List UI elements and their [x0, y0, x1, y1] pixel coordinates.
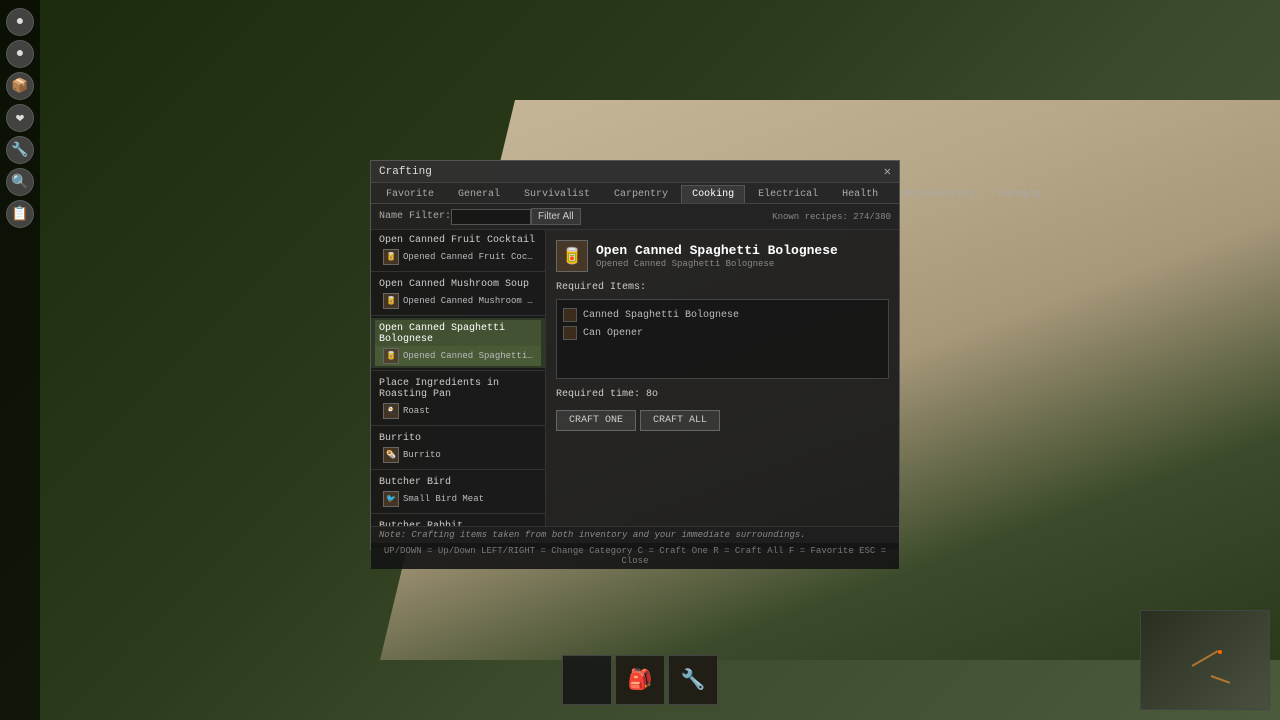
divider-1	[371, 271, 545, 272]
recipe-group-name-butcher-bird[interactable]: Butcher Bird	[375, 474, 541, 489]
recipe-sub-item-spaghetti[interactable]: 🥫 Opened Canned Spaghetti Bolognese	[375, 346, 541, 366]
hotbar-item-1: 🎒	[616, 656, 664, 704]
toolbar-icon-health[interactable]: ❤	[6, 104, 34, 132]
recipe-icon-fruit-cocktail: 🥫	[383, 249, 399, 265]
recipe-sub-name-butcher-bird: Small Bird Meat	[403, 494, 484, 504]
detail-subtitle: Opened Canned Spaghetti Bolognese	[596, 259, 838, 269]
ingredient-icon-0	[563, 308, 577, 322]
ingredient-item-0: Canned Spaghetti Bolognese	[563, 306, 882, 324]
recipe-sub-name-roasting-pan: Roast	[403, 406, 430, 416]
detail-title: Open Canned Spaghetti Bolognese	[596, 243, 838, 258]
recipe-group-butcher-rabbit[interactable]: Butcher Rabbit 🐰 Rabbit Meat	[371, 516, 545, 526]
ingredient-name-0: Canned Spaghetti Bolognese	[583, 310, 739, 321]
recipe-icon-mushroom-soup: 🥫	[383, 293, 399, 309]
recipe-icon-butcher-bird: 🐦	[383, 491, 399, 507]
tab-health[interactable]: Health	[831, 185, 889, 203]
divider-2	[371, 315, 545, 316]
recipe-sub-item-butcher-bird[interactable]: 🐦 Small Bird Meat	[375, 489, 541, 509]
hotbar-slot-0[interactable]	[562, 655, 612, 705]
dialog-body: Open Canned Fruit Cocktail 🥫 Opened Cann…	[371, 230, 899, 526]
recipe-sub-name-mushroom-soup: Opened Canned Mushroom Soup	[403, 296, 537, 306]
tab-metalworking[interactable]: Metalworking	[891, 185, 985, 203]
recipe-icon-spaghetti: 🥫	[383, 348, 399, 364]
minimap	[1140, 610, 1270, 710]
recipe-group-name-spaghetti[interactable]: Open Canned Spaghetti Bolognese	[375, 320, 541, 346]
recipe-detail-panel: 🥫 Open Canned Spaghetti Bolognese Opened…	[546, 230, 899, 526]
required-time-value: 8o	[646, 389, 658, 400]
recipe-group-name-fruit-cocktail[interactable]: Open Canned Fruit Cocktail	[375, 232, 541, 247]
controls-bar: UP/DOWN = Up/Down LEFT/RIGHT = Change Ca…	[371, 543, 899, 569]
craft-all-button[interactable]: CRAFT ALL	[640, 410, 720, 431]
toolbar-icon-inventory[interactable]: 📦	[6, 72, 34, 100]
recipe-sub-item-burrito[interactable]: 🌯 Burrito	[375, 445, 541, 465]
known-recipes-count: Known recipes: 274/380	[772, 212, 891, 222]
hotbar-item-2: 🔧	[669, 656, 717, 704]
tab-carpentry[interactable]: Carpentry	[603, 185, 679, 203]
tabs-bar: Favorite General Survivalist Carpentry C…	[371, 183, 899, 204]
ingredient-name-1: Can Opener	[583, 328, 643, 339]
recipe-group-mushroom-soup[interactable]: Open Canned Mushroom Soup 🥫 Opened Canne…	[371, 274, 545, 313]
recipe-group-roasting-pan[interactable]: Place Ingredients in Roasting Pan 🍳 Roas…	[371, 373, 545, 423]
divider-3	[371, 370, 545, 371]
toolbar-icon-0[interactable]: ●	[6, 8, 34, 36]
ingredient-item-1: Can Opener	[563, 324, 882, 342]
dialog-close-button[interactable]: ✕	[884, 164, 891, 179]
recipe-group-name-roasting-pan[interactable]: Place Ingredients in Roasting Pan	[375, 375, 541, 401]
required-time: Required time: 8o	[556, 389, 889, 400]
recipe-group-burrito[interactable]: Burrito 🌯 Burrito	[371, 428, 545, 467]
ingredient-icon-1	[563, 326, 577, 340]
recipe-group-name-burrito[interactable]: Burrito	[375, 430, 541, 445]
recipe-sub-item-mushroom-soup[interactable]: 🥫 Opened Canned Mushroom Soup	[375, 291, 541, 311]
filter-all-button[interactable]: Filter All	[531, 208, 581, 225]
craft-buttons: CRAFT ONE CRAFT ALL	[556, 410, 889, 431]
recipe-group-name-mushroom-soup[interactable]: Open Canned Mushroom Soup	[375, 276, 541, 291]
toolbar-icon-craft[interactable]: 🔧	[6, 136, 34, 164]
ingredients-box: Canned Spaghetti Bolognese Can Opener	[556, 299, 889, 379]
minimap-inner	[1141, 611, 1269, 709]
recipe-sub-item-fruit-cocktail[interactable]: 🥫 Opened Canned Fruit Cocktail	[375, 247, 541, 267]
minimap-line-2	[1211, 675, 1230, 684]
toolbar-icon-1[interactable]: ●	[6, 40, 34, 68]
filter-label: Name Filter:	[379, 211, 451, 222]
dialog-title: Crafting	[379, 166, 432, 178]
recipe-sub-name-fruit-cocktail: Opened Canned Fruit Cocktail	[403, 252, 537, 262]
toolbar-icon-map[interactable]: 📋	[6, 200, 34, 228]
tab-favorite[interactable]: Favorite	[375, 185, 445, 203]
tab-farming[interactable]: Farming	[987, 185, 1051, 203]
recipe-group-fruit-cocktail[interactable]: Open Canned Fruit Cocktail 🥫 Opened Cann…	[371, 230, 545, 269]
recipe-sub-name-burrito: Burrito	[403, 450, 441, 460]
detail-icon: 🥫	[556, 240, 588, 272]
hotbar: 🎒 🔧	[562, 655, 718, 705]
required-items-label: Required Items:	[556, 282, 889, 293]
tab-cooking[interactable]: Cooking	[681, 185, 745, 203]
tab-survivalist[interactable]: Survivalist	[513, 185, 601, 203]
recipe-sub-name-spaghetti: Opened Canned Spaghetti Bolognese	[403, 351, 537, 361]
recipe-icon-burrito: 🌯	[383, 447, 399, 463]
crafting-dialog: Crafting ✕ Favorite General Survivalist …	[370, 160, 900, 550]
hotbar-slot-2[interactable]: 🔧	[668, 655, 718, 705]
tab-electrical[interactable]: Electrical	[747, 185, 829, 203]
recipe-group-name-butcher-rabbit[interactable]: Butcher Rabbit	[375, 518, 541, 526]
filter-input[interactable]	[451, 209, 531, 225]
left-toolbar: ● ● 📦 ❤ 🔧 🔍 📋	[0, 0, 40, 720]
divider-5	[371, 469, 545, 470]
tab-general[interactable]: General	[447, 185, 511, 203]
dialog-title-bar: Crafting ✕	[371, 161, 899, 183]
craft-one-button[interactable]: CRAFT ONE	[556, 410, 636, 431]
filter-bar: Name Filter: Filter All Known recipes: 2…	[371, 204, 899, 230]
divider-4	[371, 425, 545, 426]
required-time-label: Required time:	[556, 389, 640, 400]
note-bar: Note: Crafting items taken from both inv…	[371, 526, 899, 543]
recipe-group-spaghetti[interactable]: Open Canned Spaghetti Bolognese 🥫 Opened…	[371, 318, 545, 368]
recipe-group-butcher-bird[interactable]: Butcher Bird 🐦 Small Bird Meat	[371, 472, 545, 511]
minimap-line-1	[1192, 650, 1219, 667]
recipe-icon-roasting-pan: 🍳	[383, 403, 399, 419]
recipe-list[interactable]: Open Canned Fruit Cocktail 🥫 Opened Cann…	[371, 230, 546, 526]
toolbar-icon-search[interactable]: 🔍	[6, 168, 34, 196]
divider-6	[371, 513, 545, 514]
recipe-sub-item-roasting-pan[interactable]: 🍳 Roast	[375, 401, 541, 421]
detail-header: 🥫 Open Canned Spaghetti Bolognese Opened…	[556, 240, 889, 272]
hotbar-slot-1[interactable]: 🎒	[615, 655, 665, 705]
